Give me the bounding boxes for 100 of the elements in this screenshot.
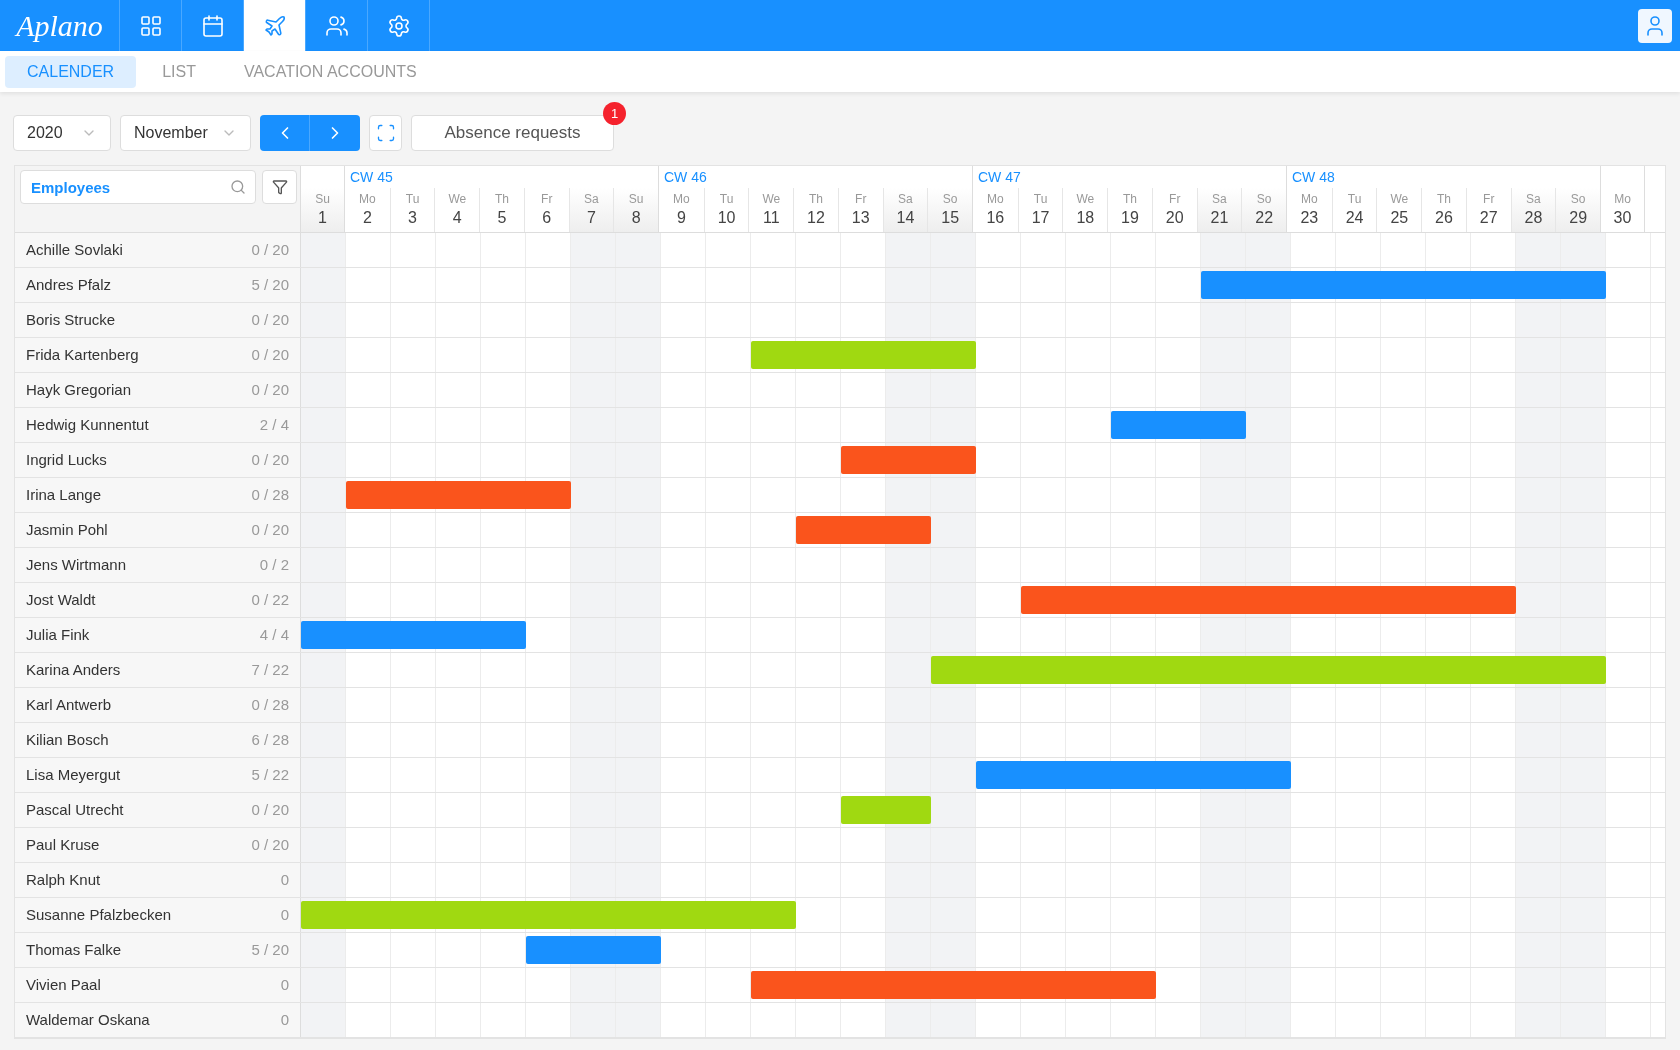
day-number: 12 — [807, 208, 825, 228]
employee-row-header[interactable]: Jasmin Pohl 0 / 20 — [15, 513, 301, 547]
vacation-balance: 0 / 20 — [251, 239, 289, 260]
employee-name: Ingrid Lucks — [26, 449, 107, 470]
nav-tab[interactable] — [244, 0, 306, 51]
weekday-label: Fr — [541, 191, 553, 207]
absence-bar[interactable] — [796, 516, 931, 544]
absence-bar[interactable] — [301, 621, 526, 649]
day-number: 27 — [1479, 208, 1498, 228]
vacation-balance: 6 / 28 — [251, 729, 289, 750]
day-number: 11 — [762, 208, 780, 228]
employee-name: Vivien Paal — [26, 974, 101, 995]
employee-row-header[interactable]: Thomas Falke 5 / 20 — [15, 933, 301, 967]
fullscreen-button[interactable] — [369, 115, 402, 151]
employee-row-header[interactable]: Paul Kruse 0 / 20 — [15, 828, 301, 862]
employee-row-header[interactable]: Achille Sovlaki 0 / 20 — [15, 233, 301, 267]
employee-row-header[interactable]: Jens Wirtmann 0 / 2 — [15, 548, 301, 582]
employee-row-header[interactable]: Vivien Paal 0 — [15, 968, 301, 1002]
weekday-label: Su — [315, 191, 330, 207]
day-number: 8 — [631, 208, 641, 228]
weekday-label: We — [1390, 191, 1409, 207]
employee-row-header[interactable]: Pascal Utrecht 0 / 20 — [15, 793, 301, 827]
vacation-balance: 0 / 20 — [251, 519, 289, 540]
vacation-balance: 5 / 22 — [251, 764, 289, 785]
weekday-label: Th — [809, 191, 823, 207]
absence-bar[interactable] — [346, 481, 571, 509]
vacation-balance: 0 / 20 — [251, 379, 289, 400]
previous-button[interactable] — [260, 115, 310, 151]
employee-row-header[interactable]: Karina Anders 7 / 22 — [15, 653, 301, 687]
weekday-label: Tu — [405, 191, 420, 207]
absence-bar[interactable] — [751, 971, 1156, 999]
weekday-label: Tu — [719, 191, 734, 207]
absence-bar[interactable] — [301, 901, 796, 929]
absence-requests-button[interactable]: Absence requests — [411, 115, 614, 151]
weekday-label: We — [762, 191, 781, 207]
month-select[interactable]: November — [120, 115, 251, 151]
weekday-label: Th — [1123, 191, 1137, 207]
weekday-label: So — [1570, 191, 1586, 207]
employee-row-header[interactable]: Frida Kartenberg 0 / 20 — [15, 338, 301, 372]
employee-name: Jens Wirtmann — [26, 554, 127, 575]
employee-row-header[interactable]: Irina Lange 0 / 28 — [15, 478, 301, 512]
vacation-balance: 0 / 22 — [251, 589, 289, 610]
year-select[interactable]: 2020 — [13, 115, 111, 151]
profile-button[interactable] — [1638, 8, 1672, 43]
employee-row-header[interactable]: Waldemar Oskana 0 — [15, 1003, 301, 1037]
day-number: 15 — [941, 208, 960, 228]
employee-row-header[interactable]: Susanne Pfalzbecken 0 — [15, 898, 301, 932]
employee-row-header[interactable]: Andres Pfalz 5 / 20 — [15, 268, 301, 302]
vacation-balance: 0 / 28 — [251, 694, 289, 715]
day-number: 29 — [1569, 208, 1588, 228]
absence-bar[interactable] — [751, 341, 976, 369]
day-number: 19 — [1121, 208, 1139, 228]
next-button[interactable] — [310, 115, 360, 151]
absence-bar[interactable] — [841, 796, 931, 824]
employee-row-header[interactable]: Hedwig Kunnentut 2 / 4 — [15, 408, 301, 442]
vacation-balance: 0 / 20 — [251, 799, 289, 820]
settings-icon — [386, 13, 411, 38]
vacation-balance: 0 / 20 — [251, 309, 289, 330]
weekday-label: Tu — [1347, 191, 1362, 207]
employee-row-header[interactable]: Lisa Meyergut 5 / 22 — [15, 758, 301, 792]
employee-row-header[interactable]: Boris Strucke 0 / 20 — [15, 303, 301, 337]
vacation-balance: 0 / 20 — [251, 449, 289, 470]
absence-bar[interactable] — [1021, 586, 1516, 614]
absence-bar[interactable] — [931, 656, 1606, 684]
employee-row-header[interactable]: Ralph Knut 0 — [15, 863, 301, 897]
day-number: 17 — [1031, 208, 1050, 228]
weekday-label: Mo — [1301, 191, 1318, 207]
absence-bar[interactable] — [841, 446, 976, 474]
fullscreen-icon — [375, 123, 396, 143]
employee-row-header[interactable]: Julia Fink 4 / 4 — [15, 618, 301, 652]
day-number: 20 — [1165, 208, 1184, 228]
employee-name: Kilian Bosch — [26, 729, 109, 750]
absence-bar[interactable] — [1111, 411, 1246, 439]
day-number: 6 — [542, 208, 552, 228]
weekday-label: Th — [1437, 191, 1451, 207]
filter-button[interactable] — [262, 170, 297, 204]
day-number: 30 — [1613, 208, 1632, 228]
day-number: 24 — [1345, 208, 1364, 228]
absence-bar[interactable] — [1201, 271, 1606, 299]
employee-search-field[interactable]: Employees — [20, 170, 256, 204]
employee-name: Paul Kruse — [26, 834, 100, 855]
vacation-balance: 0 — [280, 869, 289, 890]
employee-row-header[interactable]: Ingrid Lucks 0 / 20 — [15, 443, 301, 477]
week-label: CW 48 — [1292, 168, 1335, 187]
weekday-label: Tu — [1033, 191, 1048, 207]
employee-row-header[interactable]: Hayk Gregorian 0 / 20 — [15, 373, 301, 407]
weekday-label: Sa — [584, 191, 599, 207]
absence-bar[interactable] — [976, 761, 1291, 789]
day-number: 5 — [497, 208, 507, 228]
vacation-balance: 4 / 4 — [259, 624, 289, 645]
day-number: 25 — [1390, 208, 1409, 228]
day-number: 18 — [1076, 208, 1095, 228]
employee-name: Boris Strucke — [26, 309, 116, 330]
dashboard-icon — [138, 13, 163, 38]
employee-row-header[interactable]: Jost Waldt 0 / 22 — [15, 583, 301, 617]
absence-bar[interactable] — [526, 936, 661, 964]
weekday-label: Sa — [898, 191, 913, 207]
employee-row-header[interactable]: Karl Antwerb 0 / 28 — [15, 688, 301, 722]
day-number: 9 — [676, 208, 686, 228]
employee-row-header[interactable]: Kilian Bosch 6 / 28 — [15, 723, 301, 757]
